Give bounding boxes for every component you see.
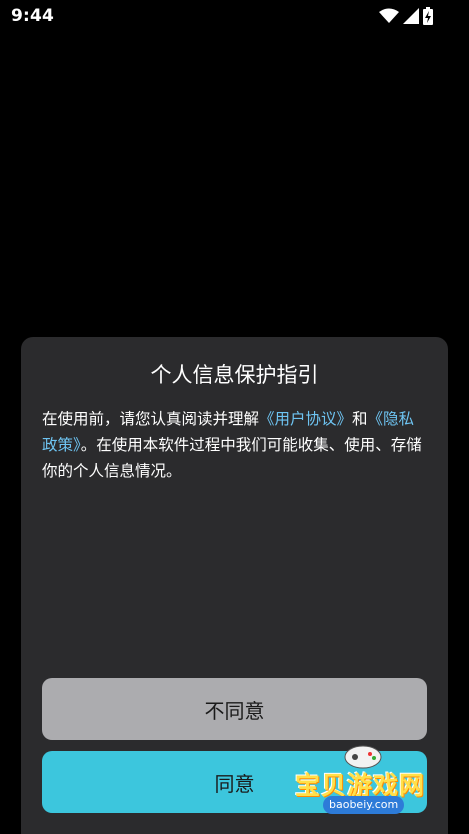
status-icons	[379, 6, 433, 26]
body-connector-text: 和	[352, 410, 368, 428]
user-agreement-link[interactable]: 《用户协议》	[259, 410, 352, 428]
watermark-url: baobeiy.com	[323, 796, 405, 814]
dialog-title: 个人信息保护指引	[150, 363, 319, 387]
dialog-body: 在使用前，请您认真阅读并理解《用户协议》和《隐私政策》。在使用本软件过程中我们可…	[42, 406, 428, 484]
signal-icon	[403, 8, 419, 24]
agree-button-label: 同意	[214, 771, 255, 796]
watermark-logo: 宝贝游戏网 baobeiy.com	[293, 740, 433, 834]
status-bar: 9:44	[0, 0, 469, 32]
body-intro-text: 在使用前，请您认真阅读并理解	[42, 410, 260, 428]
status-time: 9:44	[11, 6, 55, 26]
disagree-button[interactable]: 不同意	[42, 678, 427, 740]
wifi-icon	[379, 8, 399, 23]
body-suffix-text: 。在使用本软件过程中我们可能收集、使用、存储你的个人信息情况。	[42, 436, 422, 480]
battery-charging-icon	[423, 7, 433, 25]
disagree-button-label: 不同意	[204, 698, 265, 723]
